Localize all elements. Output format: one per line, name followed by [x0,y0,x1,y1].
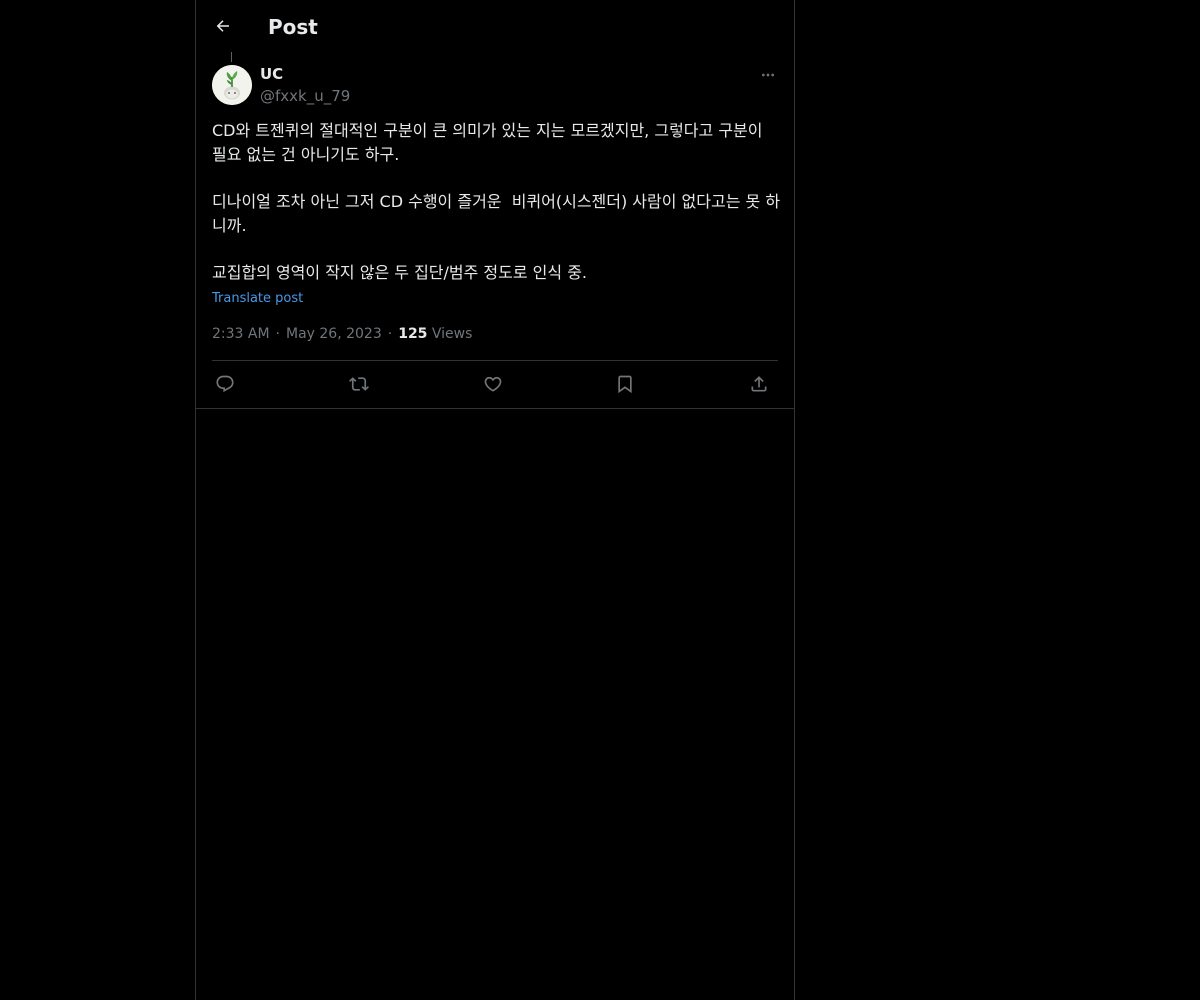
heart-icon [483,374,503,394]
action-bar [212,371,778,397]
post-paragraph: CD와 트젠퀴의 절대적인 구분이 큰 의미가 있는 지는 모르겠지만, 그렇다… [212,121,768,164]
author-name[interactable]: UC [260,64,283,84]
repost-icon [349,374,369,394]
post-paragraph: 디나이얼 조차 아닌 그저 CD 수행이 즐거운 비퀴어(시스젠더) 사람이 없… [212,192,781,235]
post-body: CD와 트젠퀴의 절대적인 구분이 큰 의미가 있는 지는 모르겠지만, 그렇다… [212,119,782,285]
post-date[interactable]: May 26, 2023 [286,326,382,342]
post-detail-column: Post UC @fxxk_u_79 CD와 트젠퀴의 절대적인 구분이 큰 의… [195,0,795,1000]
back-button[interactable] [208,11,238,41]
divider [196,408,794,409]
translate-post-link[interactable]: Translate post [212,290,303,308]
share-icon [749,374,769,394]
post-paragraph: 교집합의 영역이 작지 않은 두 집단/범주 정도로 인식 중. [212,263,588,282]
meta-separator: · [275,326,280,342]
page-title: Post [268,15,318,39]
avatar[interactable] [212,65,252,105]
reply-button[interactable] [212,371,238,397]
top-bar: Post [196,0,794,53]
bookmark-button[interactable] [612,371,638,397]
views-count: 125 [398,326,428,342]
post-meta: 2:33 AM · May 26, 2023 · 125 Views [212,324,472,344]
views-label: Views [431,326,473,342]
thread-connector-line [231,52,232,62]
meta-separator: · [387,326,393,342]
more-options-button[interactable] [756,65,780,85]
more-horizontal-icon [760,67,776,83]
post-time[interactable]: 2:33 AM [212,326,270,342]
like-button[interactable] [480,371,506,397]
share-button[interactable] [746,371,772,397]
reply-icon [215,374,235,394]
divider [212,360,778,361]
repost-button[interactable] [346,371,372,397]
arrow-left-icon [214,17,232,35]
bookmark-icon [615,374,635,394]
author-handle[interactable]: @fxxk_u_79 [260,86,350,106]
